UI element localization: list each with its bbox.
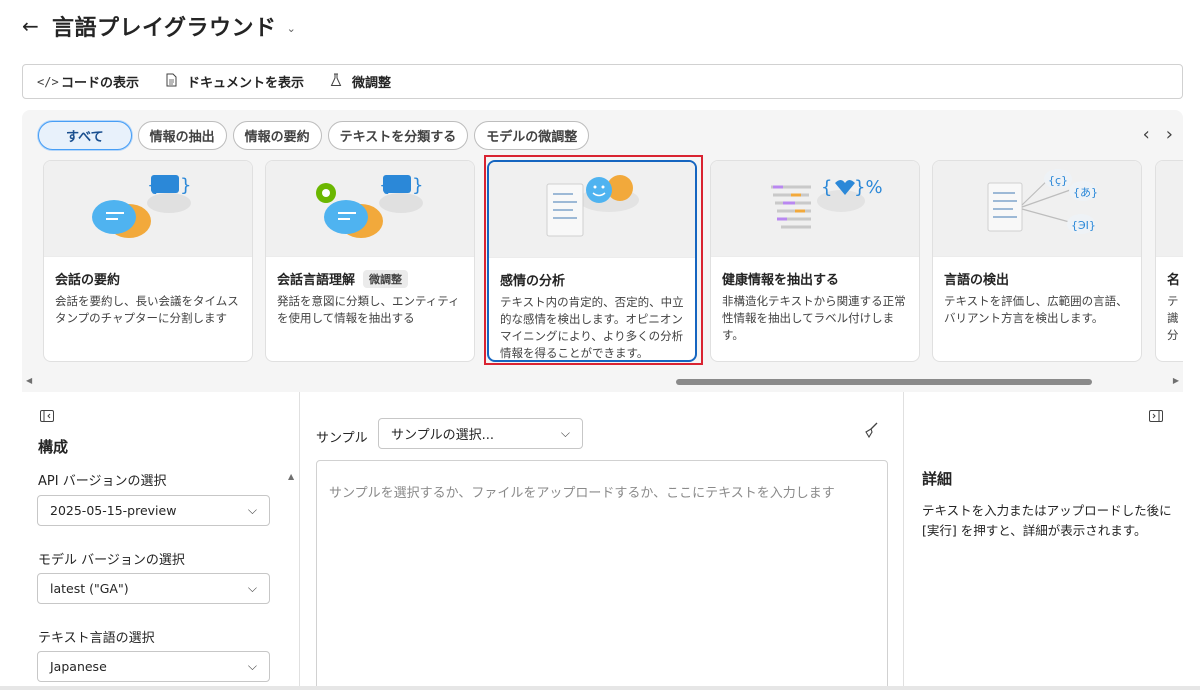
card-description: 会話を要約し、長い会議をタイムスタンプのチャプターに分割します — [55, 294, 239, 325]
sample-label: サンプル — [316, 431, 368, 446]
chip-summarize[interactable]: 情報の要約 — [232, 121, 322, 150]
arrow-left-icon[interactable]: ← — [22, 14, 44, 38]
view-code-label: コードの表示 — [61, 76, 140, 91]
horizontal-scrollbar[interactable]: ◀ ▶ — [22, 374, 1183, 386]
configuration-panel: 構成 API バージョンの選択 2025-05-15-preview ⌵ モデル… — [22, 392, 300, 690]
text-language-select[interactable]: Japanese ⌵ — [37, 651, 270, 682]
clear-broom-icon[interactable] — [863, 422, 879, 442]
card-illustration: {ç} {あ} {ЭI} — [933, 161, 1141, 257]
api-version-label: API バージョンの選択 — [38, 474, 167, 489]
card-health-extraction[interactable]: { }% 健康情報を抽出する 非構造化テキストから関連する正常性情報を抽出してラ… — [710, 160, 920, 362]
card-title: 健康情報を抽出する — [722, 273, 840, 288]
card-description: 発話を意図に分類し、エンティティを使用して情報を抽出する — [277, 294, 460, 325]
svg-text:{ЭI}: {ЭI} — [1071, 219, 1096, 232]
chevron-down-icon: ⌵ — [247, 659, 257, 673]
card-title: 言語の検出 — [944, 273, 1010, 288]
card-language-detection[interactable]: {ç} {あ} {ЭI} 言語の検出 テキストを評価し、広範囲の言語、バリアント… — [932, 160, 1142, 362]
flask-icon — [328, 73, 344, 90]
scenario-gallery: すべて 情報の抽出 情報の要約 テキストを分類する モデルの微調整 ‹ › { … — [22, 110, 1183, 392]
svg-text:}: } — [412, 175, 423, 196]
card-illustration: { } — [266, 161, 474, 257]
card-description: テ識分 — [1167, 294, 1179, 342]
chevron-left-icon[interactable]: ‹ — [1143, 124, 1150, 145]
chip-extract[interactable]: 情報の抽出 — [137, 121, 227, 150]
svg-text:{: { — [147, 175, 158, 196]
card-illustration — [1156, 161, 1183, 257]
chip-fine-tune[interactable]: モデルの微調整 — [474, 121, 590, 150]
card-illustration: { }% — [711, 161, 919, 257]
gallery-nav: ‹ › — [1143, 124, 1173, 145]
toolbar: </> コードの表示 ドキュメントを表示 微調整 — [22, 64, 1183, 99]
text-input-area[interactable]: サンプルを選択するか、ファイルをアップロードするか、ここにテキストを入力します — [316, 460, 888, 690]
scroll-right-icon[interactable]: ▶ — [1173, 376, 1179, 385]
svg-text:}%: }% — [854, 177, 883, 198]
sample-select[interactable]: サンプルの選択... ⌵ — [378, 418, 583, 449]
code-icon: </> — [37, 74, 59, 89]
chevron-down-icon: ⌵ — [247, 581, 257, 595]
svg-text:{: { — [379, 175, 390, 196]
card-conversation-summary[interactable]: { } 会話の要約 会話を要約し、長い会議をタイムスタンプのチャプターに分割しま… — [43, 160, 253, 362]
card-strip: { } 会話の要約 会話を要約し、長い会議をタイムスタンプのチャプターに分割しま… — [22, 158, 1183, 364]
chevron-right-icon[interactable]: › — [1166, 124, 1173, 145]
details-panel: 詳細 テキストを入力またはアップロードした後に [実行] を押すと、詳細が表示さ… — [903, 392, 1185, 690]
model-version-value: latest ("GA") — [50, 581, 129, 596]
card-conversational-language-understanding[interactable]: { } 会話言語理解 微調整 発話を意図に分類し、エンティティを使用して情報を抽… — [265, 160, 475, 362]
collapse-panel-icon[interactable] — [40, 410, 54, 425]
text-language-label: テキスト言語の選択 — [38, 631, 155, 646]
sample-select-value: サンプルの選択... — [391, 428, 495, 443]
scrollbar-thumb[interactable] — [676, 379, 1092, 385]
card-partial[interactable]: 名 テ識分 — [1155, 160, 1183, 362]
api-version-select[interactable]: 2025-05-15-preview ⌵ — [37, 495, 270, 526]
page-title: 言語プレイグラウンド — [52, 16, 277, 41]
svg-text:{あ}: {あ} — [1073, 186, 1098, 199]
view-docs-button[interactable]: ドキュメントを表示 — [163, 72, 304, 91]
model-version-select[interactable]: latest ("GA") ⌵ — [37, 573, 270, 604]
scroll-up-icon[interactable]: ▲ — [288, 472, 294, 481]
chevron-down-icon[interactable]: ⌄ — [287, 22, 296, 35]
svg-text:{ç}: {ç} — [1048, 174, 1068, 187]
scroll-left-icon[interactable]: ◀ — [26, 376, 32, 385]
expand-panel-icon[interactable] — [1149, 410, 1163, 425]
chevron-down-icon: ⌵ — [560, 426, 570, 440]
config-title: 構成 — [38, 438, 69, 456]
card-title: 名 — [1167, 273, 1181, 288]
details-text: テキストを入力またはアップロードした後に [実行] を押すと、詳細が表示されます… — [922, 503, 1172, 538]
card-illustration — [489, 162, 695, 258]
view-code-button[interactable]: </> コードの表示 — [37, 72, 140, 92]
card-description: テキスト内の肯定的、否定的、中立的な感情を検出します。オピニオンマイニングにより… — [500, 295, 684, 360]
chip-all[interactable]: すべて — [38, 121, 132, 150]
details-title: 詳細 — [922, 470, 953, 488]
card-sentiment-analysis[interactable]: 感情の分析 テキスト内の肯定的、否定的、中立的な感情を検出します。オピニオンマイ… — [487, 160, 697, 362]
filter-chips: すべて 情報の抽出 情報の要約 テキストを分類する モデルの微調整 — [38, 121, 590, 150]
input-panel: サンプル サンプルの選択... ⌵ サンプルを選択するか、ファイルをアップロード… — [301, 392, 903, 690]
page-header: ← 言語プレイグラウンド ⌄ — [22, 10, 296, 42]
view-docs-label: ドキュメントを表示 — [187, 76, 305, 91]
svg-text:}: } — [180, 175, 191, 196]
card-description: テキストを評価し、広範囲の言語、バリアント方言を検出します。 — [944, 294, 1128, 325]
api-version-value: 2025-05-15-preview — [50, 503, 177, 518]
fine-tune-button[interactable]: 微調整 — [328, 72, 391, 91]
svg-text:{: { — [821, 177, 832, 198]
text-language-value: Japanese — [50, 659, 107, 674]
model-version-label: モデル バージョンの選択 — [38, 553, 185, 568]
document-icon — [163, 73, 179, 90]
bottom-divider — [0, 686, 1200, 690]
card-description: 非構造化テキストから関連する正常性情報を抽出してラベル付けします。 — [722, 294, 906, 342]
chip-classify[interactable]: テキストを分類する — [327, 121, 469, 150]
card-title: 会話言語理解 微調整 — [277, 269, 409, 288]
card-title: 会話の要約 — [55, 273, 121, 288]
chevron-down-icon: ⌵ — [247, 503, 257, 517]
card-title: 感情の分析 — [500, 274, 566, 289]
card-illustration: { } — [44, 161, 252, 257]
fine-tune-badge: 微調整 — [363, 269, 409, 288]
fine-tune-label: 微調整 — [352, 76, 392, 91]
